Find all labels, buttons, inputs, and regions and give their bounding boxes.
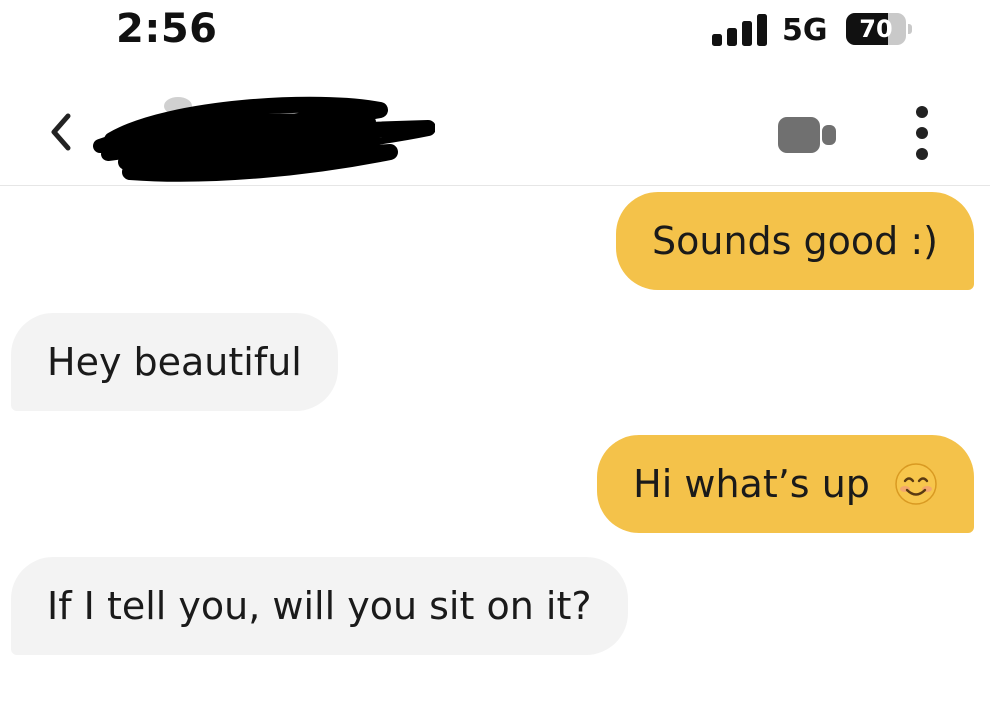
chevron-left-icon	[51, 113, 71, 151]
chat-screen: 2:56 5G 70 Sounds good:) Hey beautiful …	[0, 0, 990, 707]
more-options-button[interactable]	[904, 102, 940, 166]
message-list[interactable]: Sounds good :) Hey beautiful Hi what’s u…	[0, 187, 990, 707]
battery-icon: 70	[846, 13, 912, 45]
back-button[interactable]	[42, 108, 82, 156]
video-camera-icon	[778, 117, 836, 153]
message-text: If I tell you, will you sit on it?	[47, 584, 592, 628]
cellular-signal-icon	[712, 14, 767, 46]
chat-header	[0, 64, 990, 186]
network-type-label: 5G	[782, 13, 828, 48]
redacted-contact-name	[93, 96, 435, 182]
message-bubble-sent[interactable]: Sounds good :)	[616, 192, 974, 290]
battery-tip	[908, 24, 912, 34]
message-text: Sounds good :)	[652, 219, 938, 263]
message-text: Hey beautiful	[47, 340, 302, 384]
more-vertical-icon	[916, 106, 928, 160]
status-bar: 2:56 5G 70	[0, 0, 990, 64]
message-bubble-received[interactable]: Hey beautiful	[11, 313, 338, 411]
smiling-face-icon	[895, 462, 937, 505]
video-call-button[interactable]	[770, 114, 840, 156]
message-bubble-received[interactable]: If I tell you, will you sit on it?	[11, 557, 628, 655]
message-text: Hi what’s up	[633, 462, 870, 506]
message-bubble-sent[interactable]: Hi what’s up	[597, 435, 974, 533]
battery-level: 70	[859, 15, 893, 43]
status-time: 2:56	[116, 6, 218, 52]
